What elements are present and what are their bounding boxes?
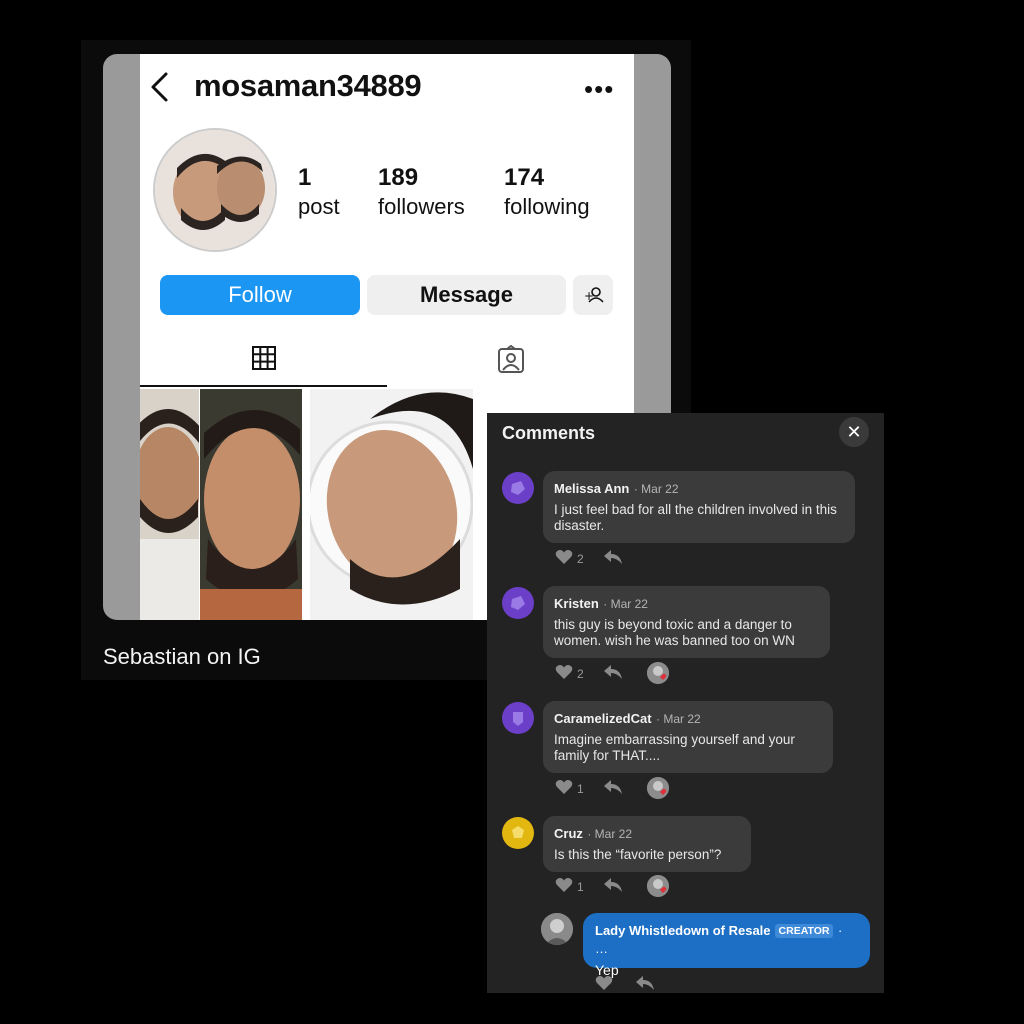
stat-followers[interactable]: 189 followers bbox=[378, 164, 465, 222]
comment-date: · Mar 22 bbox=[656, 712, 701, 726]
creator-reaction-avatar bbox=[647, 777, 669, 799]
message-button[interactable]: Message bbox=[367, 275, 566, 315]
comment-text: this guy is beyond toxic and a danger to… bbox=[554, 617, 795, 648]
heart-icon[interactable] bbox=[555, 877, 573, 896]
reply-arrow-icon[interactable] bbox=[603, 664, 623, 683]
creator-name[interactable]: Lady Whistledown of Resale bbox=[595, 923, 771, 938]
comment-actions: 2 bbox=[555, 549, 675, 569]
creator-reaction-avatar bbox=[647, 662, 669, 684]
creator-reply-actions bbox=[595, 975, 695, 993]
comment-text: Imagine embarrassing yourself and your f… bbox=[554, 732, 795, 763]
heart-icon[interactable] bbox=[595, 975, 613, 993]
avatar[interactable] bbox=[502, 587, 534, 619]
close-icon[interactable]: ✕ bbox=[839, 417, 869, 447]
comment-actions: 1 bbox=[555, 875, 675, 897]
more-options-icon[interactable]: ••• bbox=[584, 74, 614, 105]
followers-label: followers bbox=[378, 194, 465, 219]
comments-title: Comments bbox=[502, 423, 596, 443]
suggested-users-button[interactable]: + bbox=[573, 275, 613, 315]
comment-date: · Mar 22 bbox=[633, 482, 679, 496]
creator-reaction-avatar bbox=[647, 875, 669, 897]
posts-count: 1 bbox=[298, 164, 312, 191]
comment-bubble: Melissa Ann · Mar 22 I just feel bad for… bbox=[543, 471, 855, 543]
comments-panel: Comments ✕ Melissa Ann · Mar 22 I just f… bbox=[487, 413, 884, 993]
following-count: 174 bbox=[504, 164, 545, 191]
creator-reply-bubble: Lady Whistledown of Resale CREATOR · … Ye… bbox=[583, 913, 870, 978]
reply-arrow-icon[interactable] bbox=[603, 549, 623, 568]
like-count: 2 bbox=[577, 552, 584, 566]
posts-label: post bbox=[298, 194, 340, 219]
comment-bubble: Cruz · Mar 22 Is this the “favorite pers… bbox=[543, 816, 751, 872]
following-label: following bbox=[504, 194, 590, 219]
comment-text: Is this the “favorite person”? bbox=[554, 847, 722, 862]
comment-date: · Mar 22 bbox=[603, 597, 648, 611]
post-thumbnail-3[interactable] bbox=[310, 389, 473, 620]
creator-avatar[interactable] bbox=[541, 913, 573, 945]
reply-arrow-icon[interactable] bbox=[635, 975, 655, 993]
stat-posts[interactable]: 1 post bbox=[298, 164, 340, 222]
comment-date: · Mar 22 bbox=[587, 827, 633, 841]
heart-icon[interactable] bbox=[555, 779, 573, 798]
back-arrow-icon[interactable] bbox=[148, 70, 172, 104]
comment-author[interactable]: Cruz bbox=[554, 826, 583, 841]
followers-count: 189 bbox=[378, 164, 419, 191]
heart-icon[interactable] bbox=[555, 549, 573, 568]
image-caption: Sebastian on IG bbox=[103, 644, 261, 669]
like-count: 1 bbox=[577, 782, 584, 796]
comment-author[interactable]: Melissa Ann bbox=[554, 481, 629, 496]
comment-bubble: Kristen · Mar 22 this guy is beyond toxi… bbox=[543, 586, 830, 658]
comment-author[interactable]: CaramelizedCat bbox=[554, 711, 652, 726]
like-count: 1 bbox=[577, 880, 584, 894]
follow-button[interactable]: Follow bbox=[160, 275, 360, 315]
avatar[interactable] bbox=[502, 817, 534, 849]
add-user-icon: + bbox=[573, 287, 613, 320]
comment-text: I just feel bad for all the children inv… bbox=[554, 502, 837, 533]
reply-arrow-icon[interactable] bbox=[603, 779, 623, 798]
comment-bubble: CaramelizedCat · Mar 22 Imagine embarras… bbox=[543, 701, 833, 773]
tab-posts-grid[interactable] bbox=[140, 337, 387, 387]
post-thumbnail-2[interactable] bbox=[200, 389, 302, 620]
avatar[interactable] bbox=[502, 702, 534, 734]
avatar[interactable] bbox=[502, 472, 534, 504]
reply-arrow-icon[interactable] bbox=[603, 877, 623, 896]
post-thumbnail-1[interactable] bbox=[140, 389, 199, 620]
tab-tagged[interactable] bbox=[387, 337, 634, 385]
comment-author[interactable]: Kristen bbox=[554, 596, 599, 611]
heart-icon[interactable] bbox=[555, 664, 573, 683]
creator-badge: CREATOR bbox=[774, 924, 834, 938]
comment-actions: 1 bbox=[555, 777, 675, 799]
like-count: 2 bbox=[577, 667, 584, 681]
stat-following[interactable]: 174 following bbox=[504, 164, 590, 222]
profile-avatar[interactable] bbox=[153, 128, 277, 252]
comment-actions: 2 bbox=[555, 662, 675, 684]
profile-username: mosaman34889 bbox=[194, 68, 422, 103]
